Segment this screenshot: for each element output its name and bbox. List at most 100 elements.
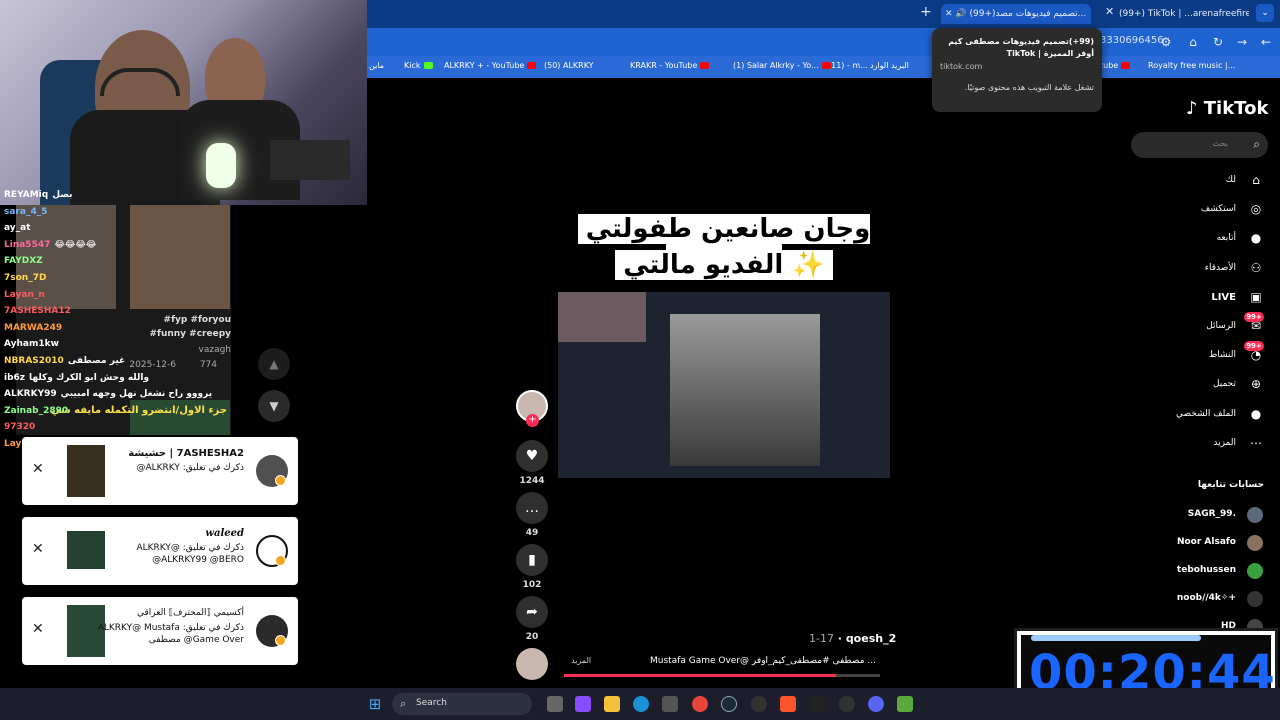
chat-username[interactable]: Ayham1kw [4, 339, 59, 349]
sidebar-item-label[interactable]: لك [1226, 175, 1236, 185]
capcut-icon[interactable] [809, 696, 825, 712]
close-icon[interactable]: ✕ [945, 9, 955, 19]
following-account[interactable]: Noor Alsafo [1177, 537, 1236, 547]
tiktok-logo[interactable]: ♪ TikTok [1186, 98, 1268, 119]
chat-username[interactable]: ib6z [4, 373, 25, 383]
discord-icon[interactable] [868, 696, 884, 712]
chrome-icon[interactable] [692, 696, 708, 712]
video-author-line[interactable]: 1-17 · qoesh_2 [809, 632, 896, 645]
bookmark[interactable]: (50) ALKRKY [544, 61, 594, 70]
avatar[interactable] [1247, 507, 1263, 523]
following-icon[interactable]: ● [1248, 230, 1264, 246]
bookmark[interactable]: (11) - m... [828, 61, 868, 70]
bookmark[interactable]: KRAKR - YouTube [630, 61, 710, 70]
friends-icon[interactable]: ⚇ [1248, 260, 1264, 276]
bookmark[interactable]: tube [1100, 61, 1131, 70]
following-account[interactable]: SAGR_99. [1188, 509, 1236, 519]
previous-video-button[interactable]: ▲ [258, 348, 290, 380]
chat-username[interactable]: Lina5547 [4, 240, 50, 250]
comment-button[interactable]: … [516, 492, 548, 524]
video-progress-bar[interactable] [564, 674, 880, 677]
live-icon[interactable]: ▣ [1248, 289, 1264, 305]
tune-icon[interactable]: ⚙ [1158, 34, 1174, 50]
bookmark[interactable]: (1) Salar Alkrky - Yo... [733, 61, 831, 70]
sidebar-item-label[interactable]: استكشف [1201, 204, 1236, 214]
close-icon[interactable]: ✕ [32, 541, 44, 557]
chat-username[interactable]: Layan_n [4, 290, 45, 300]
sidebar-item-label[interactable]: النشاط [1209, 350, 1236, 360]
compass-icon[interactable]: ◎ [1248, 201, 1264, 217]
chat-username[interactable]: 7son_7D [4, 273, 46, 283]
follow-icon[interactable]: + [526, 414, 539, 427]
steam-icon[interactable] [721, 696, 737, 712]
address-text[interactable]: 3330696456 [1100, 35, 1164, 46]
search-icon[interactable]: ⌕ [1253, 137, 1260, 152]
obs-icon[interactable] [751, 696, 767, 712]
copilot-icon[interactable] [575, 696, 591, 712]
bookmark[interactable]: Kick [404, 61, 433, 70]
home-icon[interactable]: ⌂ [1248, 172, 1264, 188]
bookmark[interactable]: ALKRKY + - YouTube [444, 61, 537, 70]
file-explorer-icon[interactable] [604, 696, 620, 712]
like-button[interactable]: ♥ [516, 440, 548, 472]
avatar[interactable] [1247, 591, 1263, 607]
sidebar-item-label[interactable]: الرسائل [1206, 321, 1236, 331]
audio-icon[interactable]: 🔊 [955, 9, 969, 19]
bookmark[interactable]: Royalty free music |... [1148, 61, 1235, 70]
back-icon[interactable]: ← [1258, 34, 1274, 50]
close-icon[interactable]: ✕ [1105, 5, 1114, 18]
new-tab-icon[interactable]: + [920, 4, 932, 20]
task-view-icon[interactable] [547, 696, 563, 712]
chat-username[interactable]: Zainab_2890 [4, 406, 68, 416]
minecraft-icon[interactable] [897, 696, 913, 712]
home-icon[interactable]: ⌂ [1185, 34, 1201, 50]
chat-username[interactable]: ay_at [4, 223, 31, 233]
chat-username[interactable]: ALKRKY99 [4, 389, 57, 399]
notification-card[interactable]: ✕ waleed ذكرك في تعليق: ALKRKY@ ALKRKY99… [22, 517, 298, 585]
chat-username[interactable]: sara_4_5 [4, 207, 47, 217]
chat-username[interactable]: FAYDXZ [4, 256, 43, 266]
more-icon[interactable]: ⋯ [1248, 435, 1264, 451]
upload-icon[interactable]: ⊕ [1248, 376, 1264, 392]
bookmark[interactable]: البريد الوارد [870, 61, 909, 70]
chat-username[interactable]: REYAMiq [4, 190, 48, 200]
music-disc[interactable] [516, 648, 548, 680]
sidebar-item-label[interactable]: أتابعه [1217, 233, 1236, 243]
sidebar-item-label[interactable]: الأصدقاء [1205, 263, 1236, 273]
close-icon[interactable]: ✕ [32, 461, 44, 477]
windows-start-icon[interactable]: ⊞ [367, 696, 383, 712]
chevron-down-icon[interactable]: ⌄ [1256, 4, 1274, 22]
more-button[interactable]: المزيد [571, 656, 591, 665]
following-account[interactable]: tebohussen [1177, 565, 1236, 575]
search-input[interactable]: بحث ⌕ [1131, 132, 1268, 158]
sidebar-item-label[interactable]: LIVE [1211, 292, 1236, 303]
following-account[interactable]: noob//4k✧+ [1177, 593, 1236, 603]
avatar[interactable] [1247, 535, 1263, 551]
close-icon[interactable]: ✕ [32, 621, 44, 637]
chat-username[interactable]: NBRAS2010 [4, 356, 64, 366]
chat-username[interactable]: MARWA249 [4, 323, 62, 333]
video-player[interactable]: وجان صانعين طفولتي يشوفون الفديو مالتي ✨ [558, 208, 890, 478]
chat-username[interactable]: 97320 [4, 422, 35, 432]
chat-username[interactable]: 7ASHESHA12 [4, 306, 71, 316]
forward-icon[interactable]: → [1234, 34, 1250, 50]
brave-icon[interactable] [780, 696, 796, 712]
reload-icon[interactable]: ↻ [1210, 34, 1226, 50]
avatar[interactable] [1247, 563, 1263, 579]
save-button[interactable]: ▮ [516, 544, 548, 576]
notification-card[interactable]: ✕ 7ASHESHA2 | حشيشة ذكرك في تعليق: ALKRK… [22, 437, 298, 505]
taskbar-search[interactable]: ⌕ Search [392, 693, 532, 715]
tab-active[interactable]: ✕ 🔊 (99+)تصميم فيديوهات مصد... [941, 4, 1091, 24]
profile-icon[interactable]: ● [1248, 406, 1264, 422]
edge-icon[interactable] [633, 696, 649, 712]
tab-inactive[interactable]: (99+) TikTok | ...arenafreefirelat [1119, 4, 1249, 24]
bookmark[interactable]: ماين [369, 61, 384, 70]
notification-card[interactable]: ✕ أكسيمي ⟦المحترف⟧ العراقي ذكرك في تعليق… [22, 597, 298, 665]
sidebar-item-label[interactable]: المزيد [1213, 438, 1236, 448]
app-icon[interactable] [839, 696, 855, 712]
sidebar-item-label[interactable]: تحميل [1213, 379, 1236, 389]
next-video-button[interactable]: ▼ [258, 390, 290, 422]
store-icon[interactable] [662, 696, 678, 712]
sidebar-item-label[interactable]: الملف الشخصي [1176, 409, 1236, 419]
share-button[interactable]: ➦ [516, 596, 548, 628]
